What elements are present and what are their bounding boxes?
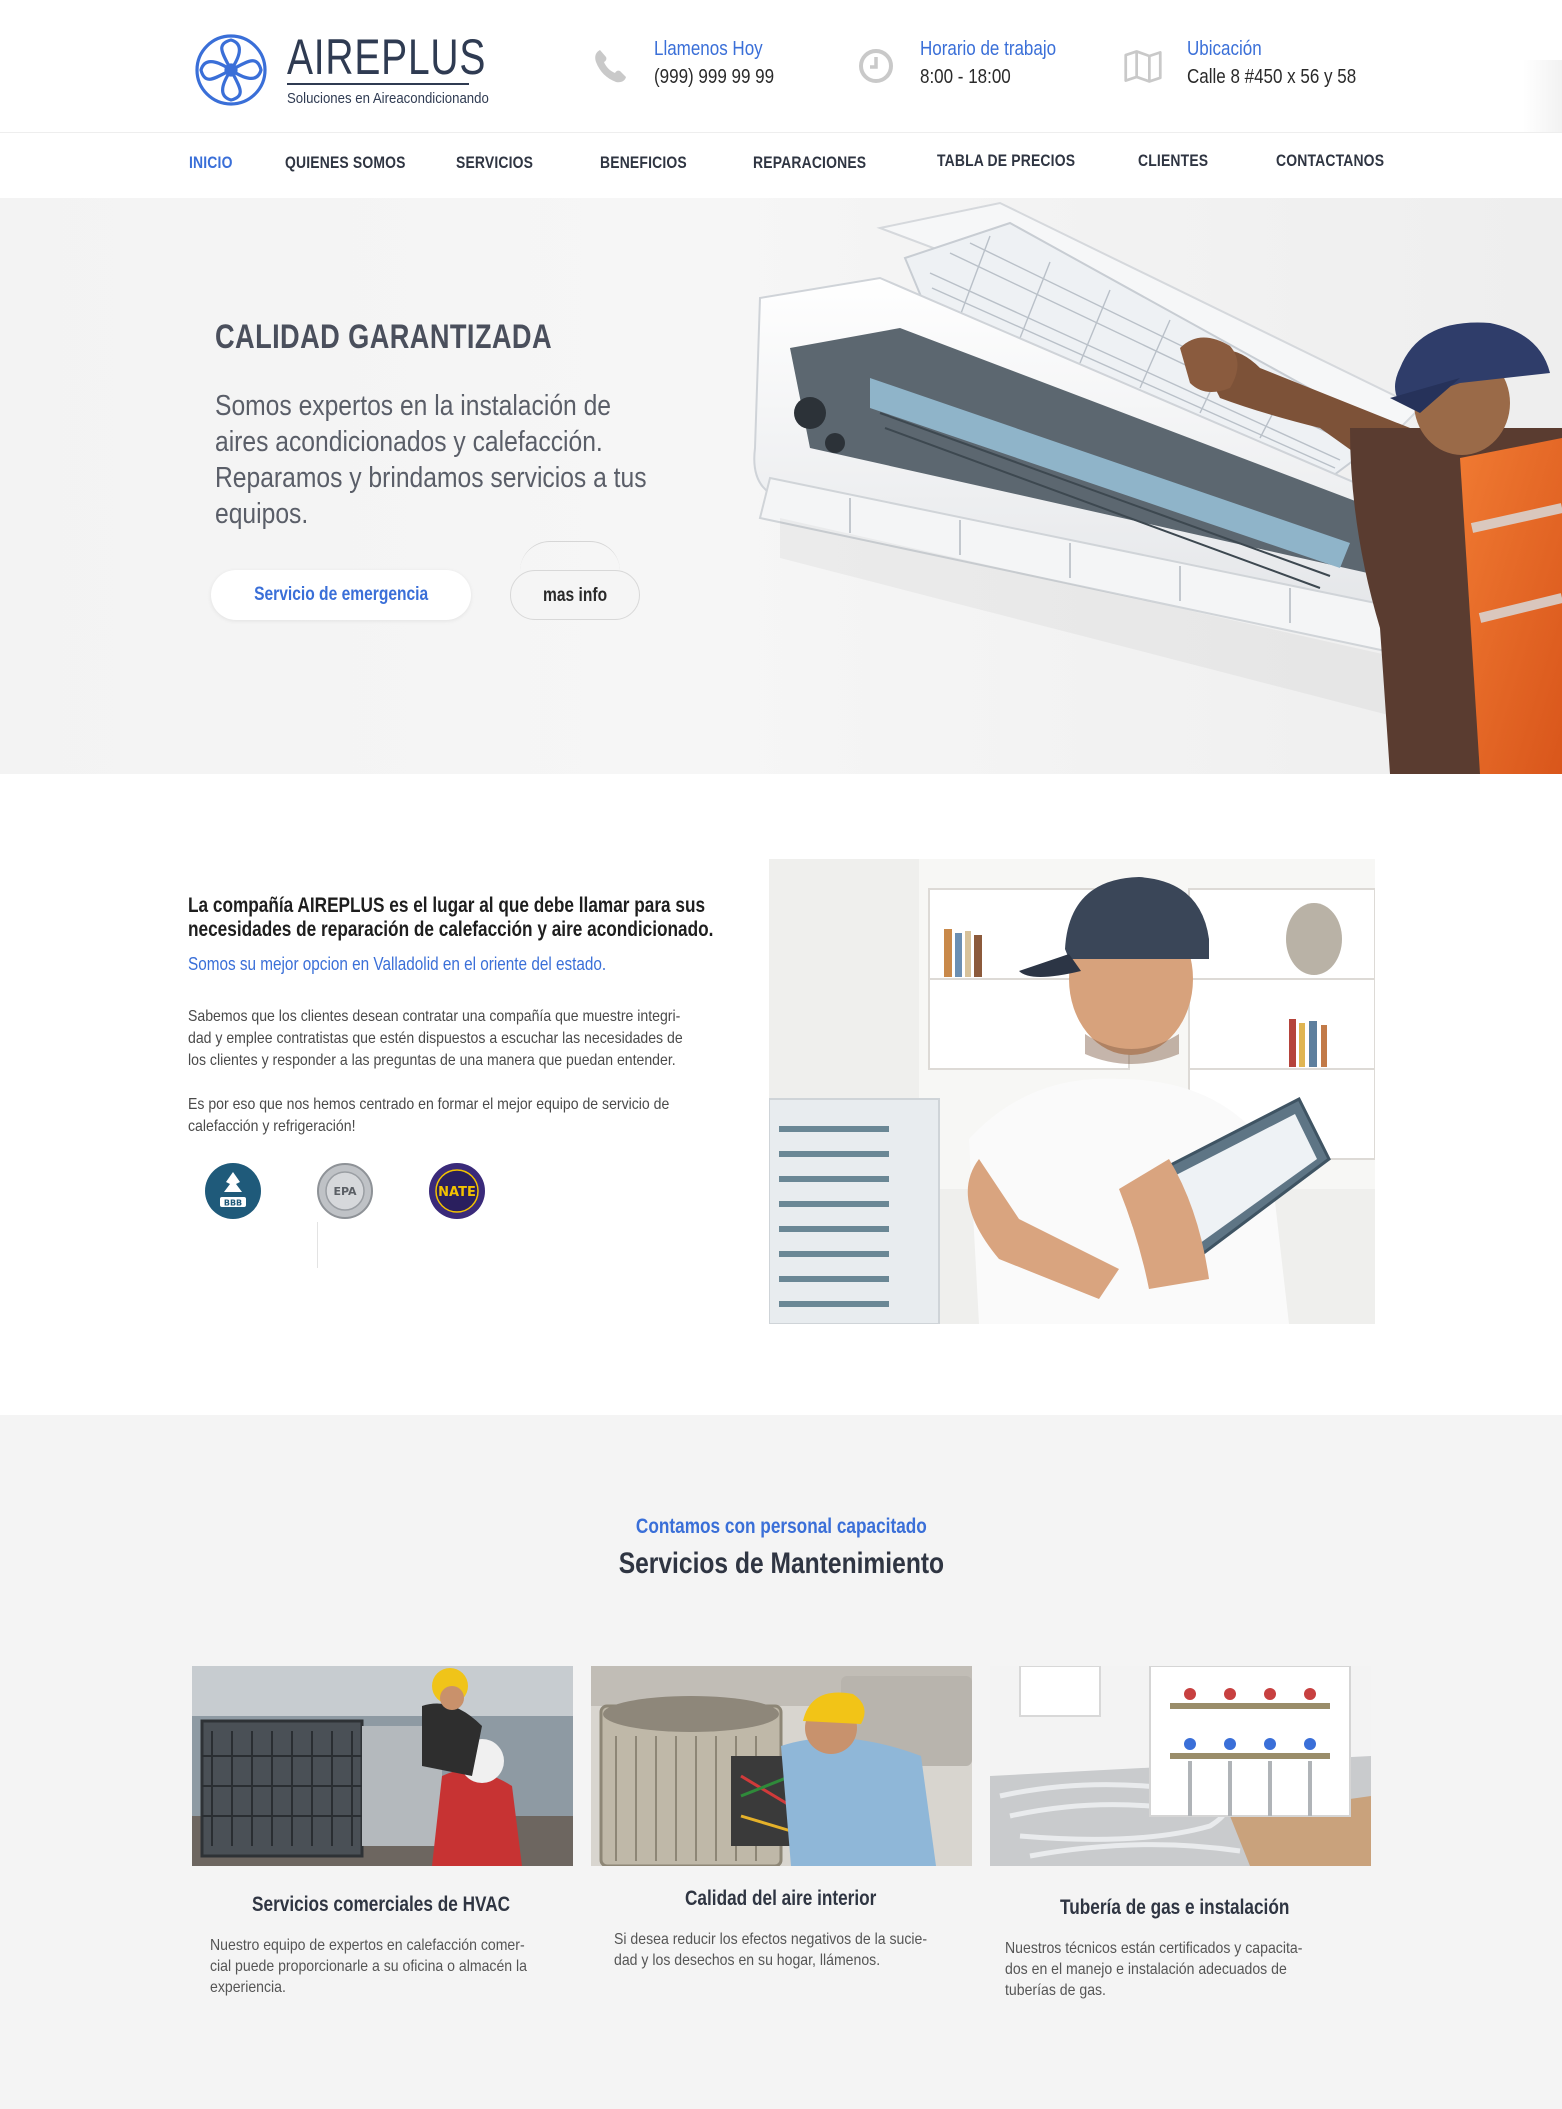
nav-item-servicios[interactable]: SERVICIOS bbox=[456, 153, 533, 173]
nav-item-inicio[interactable]: INICIO bbox=[189, 153, 233, 173]
nate-badge-icon: NATE bbox=[429, 1163, 485, 1219]
card-title-indoor-air: Calidad del aire interior bbox=[685, 1887, 877, 1910]
paragraph-line: calefacción y refrigeración! bbox=[188, 1118, 356, 1135]
nate-badge-text: NATE bbox=[438, 1185, 476, 1200]
card-text-line: cial puede proporcionarle a su oficina o… bbox=[210, 1958, 527, 1975]
about-heading: La compañía AIREPLUS es el lugar al que … bbox=[188, 894, 714, 942]
nav-item-quienes-somos[interactable]: QUIENES SOMOS bbox=[285, 153, 406, 173]
more-info-button[interactable]: mas info bbox=[510, 570, 640, 620]
location-label: Ubicación bbox=[1187, 38, 1262, 60]
map-icon bbox=[1124, 50, 1162, 83]
about-paragraph-1: Sabemos que los clientes desean contrata… bbox=[188, 1006, 734, 1072]
card-title-hvac: Servicios comerciales de HVAC bbox=[252, 1893, 511, 1916]
epa-badge-text: EPA bbox=[333, 1185, 357, 1198]
bbb-badge-text: BBB bbox=[224, 1199, 242, 1208]
card-text-indoor-air: Si desea reducir los efectos negativos d… bbox=[614, 1929, 927, 1971]
hero-section: CALIDAD GARANTIZADA Somos expertos en la… bbox=[0, 198, 1562, 774]
phone-number[interactable]: (999) 999 99 99 bbox=[654, 66, 774, 89]
card-text-hvac: Nuestro equipo de expertos en calefacció… bbox=[210, 1935, 527, 1998]
hero-text: Somos expertos en la instalación de aire… bbox=[215, 390, 647, 530]
hours-label: Horario de trabajo bbox=[920, 38, 1057, 60]
hvac-commercial-image bbox=[192, 1666, 573, 1866]
paragraph-line: los clientes y responder a las preguntas… bbox=[188, 1052, 676, 1069]
technician-installing-ac-image bbox=[753, 201, 1562, 774]
bbb-badge-icon: BBB bbox=[205, 1163, 261, 1219]
brand-name: AIREPLUS bbox=[287, 29, 487, 85]
hero-title: CALIDAD GARANTIZADA bbox=[215, 318, 552, 356]
hours-value: 8:00 - 18:00 bbox=[920, 66, 1011, 88]
fan-logo-icon bbox=[195, 34, 267, 106]
card-text-line: Nuestros técnicos están certificados y c… bbox=[1005, 1940, 1303, 1957]
nav-item-tabla-de-precios[interactable]: TABLA DE PRECIOS bbox=[937, 151, 1075, 171]
card-text-line: dos en el manejo e instalación adecuados… bbox=[1005, 1961, 1287, 1978]
emergency-service-button[interactable]: Servicio de emergencia bbox=[211, 570, 471, 620]
card-text-line: Si desea reducir los efectos negativos d… bbox=[614, 1931, 928, 1948]
epa-badge-icon: EPA bbox=[317, 1163, 373, 1219]
paragraph-line: Sabemos que los clientes desean contrata… bbox=[188, 1008, 681, 1025]
brand-logo[interactable]: AIREPLUS Soluciones en Aireacondicionand… bbox=[193, 28, 493, 118]
services-kicker-text: Contamos con personal capacitado bbox=[635, 1515, 927, 1538]
location-address: Calle 8 #450 x 56 y 58 bbox=[1187, 66, 1357, 88]
card-text-line: experiencia. bbox=[210, 1979, 286, 1996]
card-text-line: dad y los desechos en su hogar, llámenos… bbox=[614, 1952, 881, 1969]
about-paragraph-2: Es por eso que nos hemos centrado en for… bbox=[188, 1094, 734, 1138]
card-text-line: Nuestro equipo de expertos en calefacció… bbox=[210, 1937, 525, 1954]
card-text-gas-piping: Nuestros técnicos están certificados y c… bbox=[1005, 1938, 1302, 2001]
paragraph-line: Es por eso que nos hemos centrado en for… bbox=[188, 1096, 670, 1113]
paragraph-line: dad y emplee contratistas que estén disp… bbox=[188, 1030, 683, 1047]
divider bbox=[317, 1222, 318, 1268]
technician-clipboard-image bbox=[769, 859, 1375, 1324]
phone-label: Llamenos Hoy bbox=[654, 38, 763, 60]
gas-piping-installation-image bbox=[990, 1666, 1371, 1866]
main-nav: INICIO QUIENES SOMOS SERVICIOS BENEFICIO… bbox=[0, 132, 1562, 198]
site-header: AIREPLUS Soluciones en Aireacondicionand… bbox=[0, 0, 1562, 132]
indoor-air-quality-image bbox=[591, 1666, 972, 1866]
phone-icon bbox=[595, 50, 626, 83]
about-heading-line: La compañía AIREPLUS es el lugar al que … bbox=[188, 894, 706, 917]
services-title: Servicios de Mantenimiento bbox=[0, 1547, 1562, 1581]
clock-icon bbox=[859, 49, 893, 83]
services-kicker: Contamos con personal capacitado bbox=[0, 1515, 1562, 1539]
brand-divider bbox=[287, 83, 469, 85]
more-info-label: mas info bbox=[542, 585, 608, 606]
brand-tagline: Soluciones en Aireacondicionando bbox=[287, 90, 489, 107]
nav-item-reparaciones[interactable]: REPARACIONES bbox=[753, 153, 866, 173]
emergency-service-label: Servicio de emergencia bbox=[253, 584, 429, 605]
nav-item-beneficios[interactable]: BENEFICIOS bbox=[600, 153, 687, 173]
card-text-line: tuberías de gas. bbox=[1005, 1982, 1106, 1999]
about-heading-line: necesidades de reparación de calefacción… bbox=[188, 918, 714, 941]
nav-item-contactanos[interactable]: CONTACTANOS bbox=[1276, 151, 1384, 171]
nav-item-clientes[interactable]: CLIENTES bbox=[1138, 151, 1208, 171]
services-title-text: Servicios de Mantenimiento bbox=[618, 1547, 944, 1580]
hero-button-outline bbox=[520, 541, 620, 571]
about-subheading: Somos su mejor opcion en Valladolid en e… bbox=[188, 954, 607, 974]
card-title-gas-piping: Tubería de gas e instalación bbox=[1060, 1896, 1290, 1919]
